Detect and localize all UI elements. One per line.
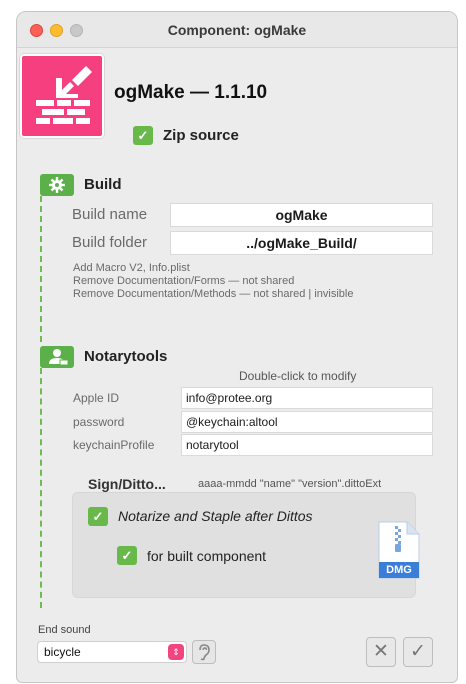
user-badge-icon (40, 346, 74, 368)
built-component-checkbox[interactable]: ✓ (117, 546, 137, 565)
chevron-up-down-icon: ⇕ (168, 644, 184, 660)
password-field[interactable]: @keychain:altool (181, 411, 433, 433)
zip-source-label: Zip source (163, 127, 239, 144)
window-title: Component: ogMake (167, 22, 307, 38)
end-sound-label: End sound (38, 624, 91, 636)
notarytools-section-title: Notarytools (84, 348, 168, 365)
ok-button[interactable]: ✓ (403, 637, 433, 667)
sign-ditto-title: Sign/Ditto... (88, 476, 166, 492)
apple-id-label: Apple ID (73, 391, 120, 405)
build-folder-label: Build folder (72, 234, 148, 251)
dmg-file-icon: DMG (375, 520, 423, 582)
close-icon: ✕ (373, 641, 389, 662)
notarytools-connector-line (40, 368, 42, 608)
build-note: Remove Documentation/Methods — not share… (73, 288, 354, 300)
checkmark-icon: ✓ (410, 641, 426, 662)
build-section-title: Build (84, 176, 122, 193)
keychain-profile-field[interactable]: notarytool (181, 434, 433, 456)
built-component-label: for built component (147, 548, 267, 564)
ditto-format-hint: aaaa-mmdd "name" "version".dittoExt (198, 478, 382, 490)
password-label: password (73, 415, 125, 429)
build-name-label: Build name (72, 206, 148, 223)
double-click-hint: Double-click to modify (239, 369, 357, 383)
build-note: Remove Documentation/Forms — not shared (73, 275, 295, 287)
end-sound-value: bicycle (44, 645, 81, 659)
cancel-button[interactable]: ✕ (366, 637, 396, 667)
notarize-label: Notarize and Staple after Dittos (118, 508, 313, 524)
zip-source-checkbox[interactable]: ✓ (133, 126, 153, 145)
end-sound-select[interactable]: bicycle ⇕ (37, 641, 187, 663)
build-note: Add Macro V2, Info.plist (73, 262, 190, 274)
gear-icon (40, 174, 74, 196)
apple-id-field[interactable]: info@protee.org (181, 387, 433, 409)
product-title: ogMake — 1.1.10 (114, 82, 268, 103)
component-logo (20, 54, 104, 138)
ear-icon[interactable] (192, 640, 216, 664)
dmg-label: DMG (386, 564, 412, 576)
title-bar: Component: ogMake (17, 12, 457, 48)
build-folder-field[interactable]: ../ogMake_Build/ (170, 231, 433, 255)
notarize-checkbox[interactable]: ✓ (88, 507, 108, 526)
build-name-field[interactable]: ogMake (170, 203, 433, 227)
keychain-profile-label: keychainProfile (73, 438, 155, 452)
build-connector-line (40, 196, 42, 342)
